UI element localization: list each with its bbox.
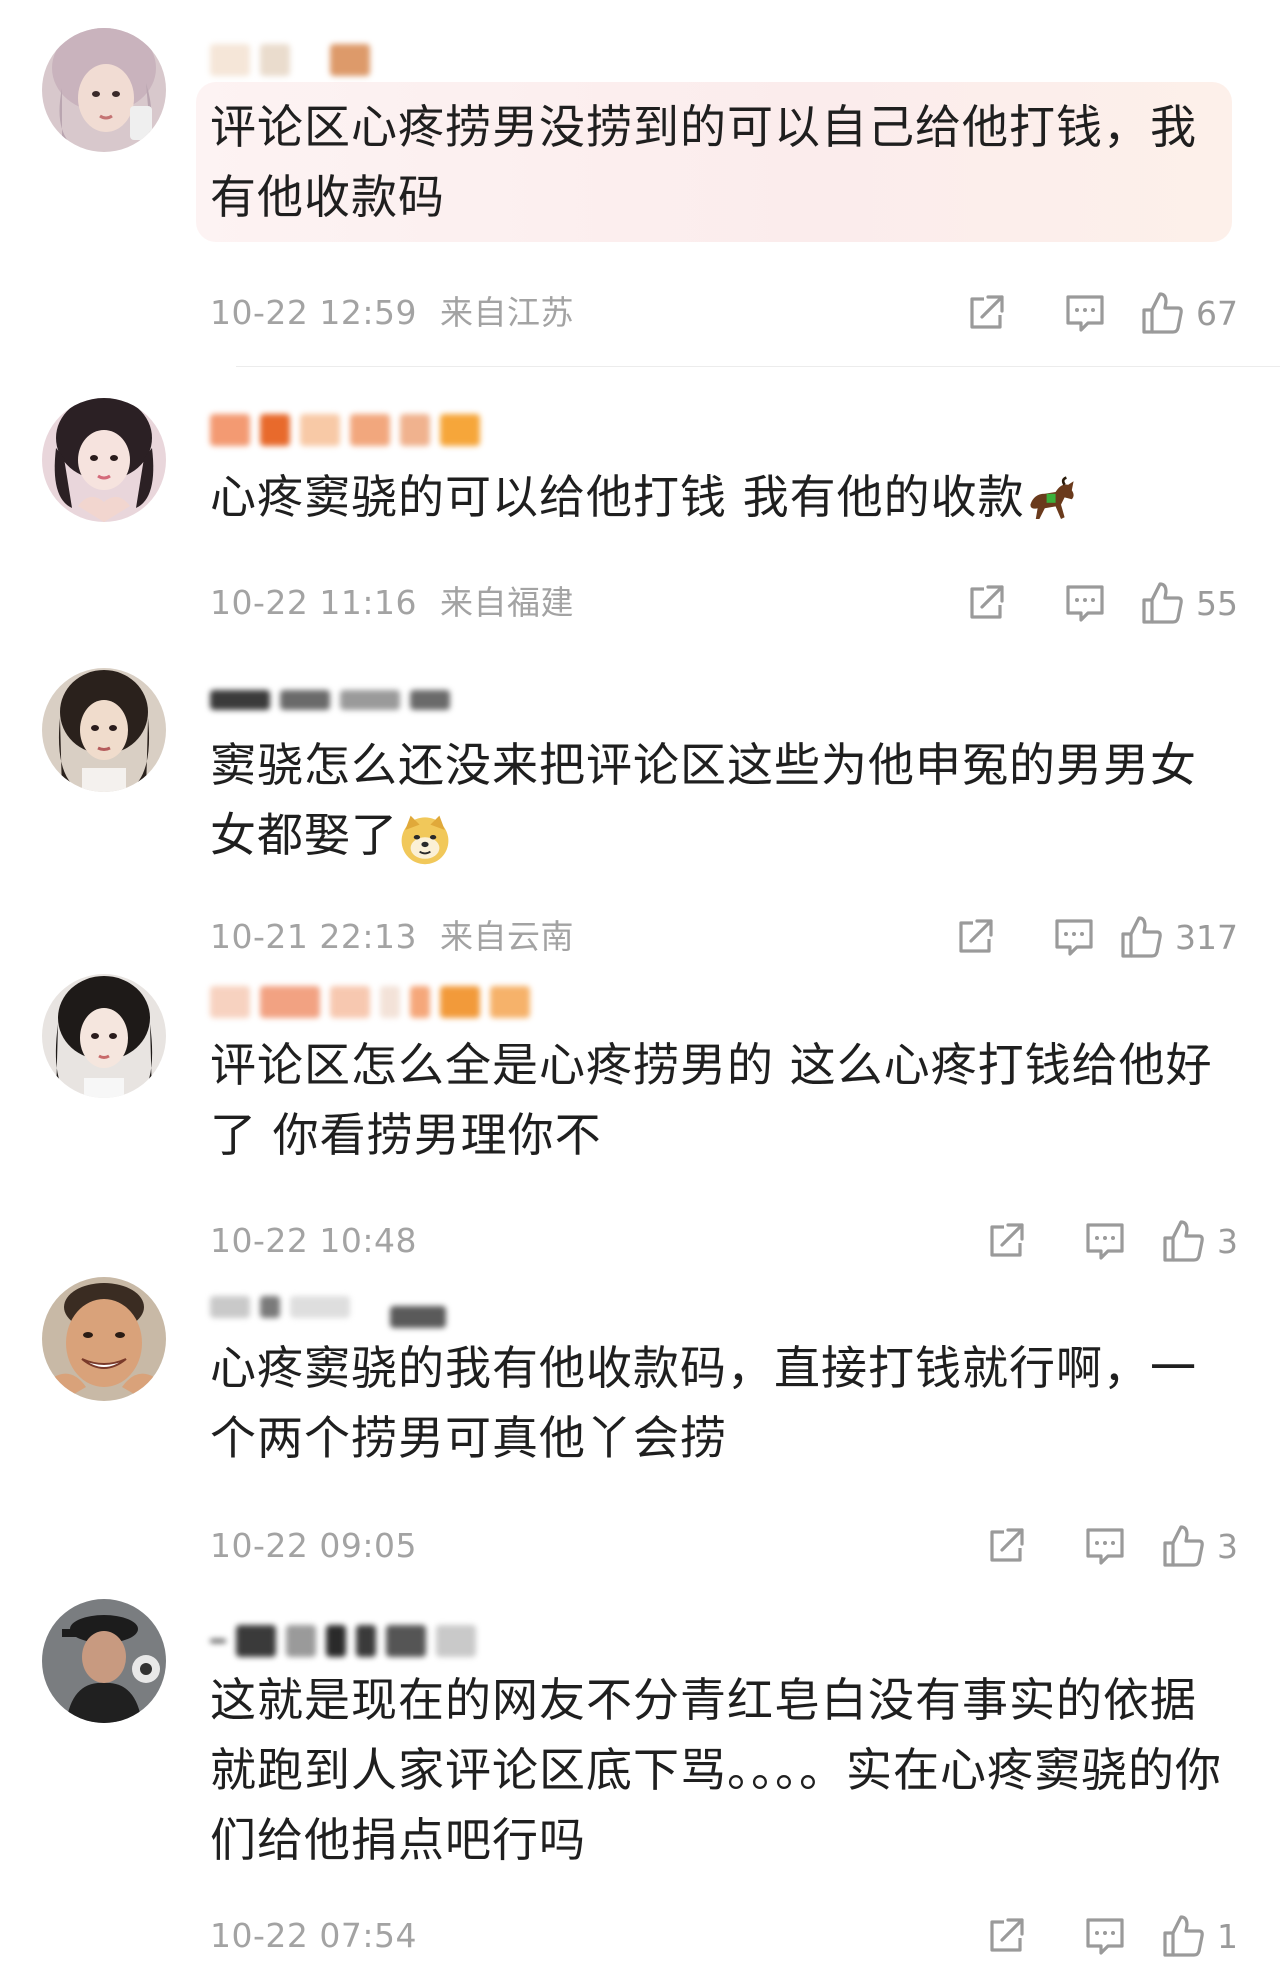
comment-actions: 55 [908, 578, 1238, 628]
timestamp: 10-22 11:16 [210, 583, 417, 622]
share-button[interactable] [928, 1524, 1028, 1568]
comment-button[interactable] [1028, 1524, 1128, 1568]
comment-icon [1055, 919, 1093, 956]
avatar-girl-pink-hair-icon [42, 28, 166, 152]
share-icon [959, 919, 993, 953]
avatar-girl-long-hair-icon [42, 974, 166, 1098]
like-button[interactable]: 3 [1148, 1523, 1238, 1569]
username-blurred[interactable] [210, 410, 480, 450]
comment-text: 心疼窦骁的可以给他打钱 我有他的收款 [210, 462, 1240, 532]
comment-text: 评论区怎么全是心疼捞男的 这么心疼打钱给他好了 你看捞男理你不 [210, 1038, 1213, 1162]
share-button[interactable] [897, 915, 997, 959]
like-count: 1 [1217, 1916, 1238, 1956]
horse-emoji-icon [1030, 475, 1074, 519]
avatar[interactable] [42, 28, 166, 152]
share-button[interactable] [908, 581, 1008, 625]
comment-text-content: 心疼窦骁的可以给他打钱 我有他的收款 [210, 470, 1025, 524]
avatar[interactable] [42, 1599, 166, 1723]
comment-button[interactable] [1008, 581, 1108, 625]
username-blurred[interactable] [210, 982, 530, 1022]
location: 来自江苏 [439, 293, 574, 332]
comment-meta: 10-21 22:13 来自云南 [210, 912, 574, 962]
comment-item: 心疼窦骁的可以给他打钱 我有他的收款 10-22 11:16 来自福建 55 [0, 370, 1280, 650]
timestamp: 10-21 22:13 [210, 917, 417, 956]
comment-actions: 3 [928, 1521, 1238, 1571]
comment-button[interactable] [1028, 1219, 1128, 1263]
like-icon [1163, 1915, 1204, 1957]
comment-item: 评论区怎么全是心疼捞男的 这么心疼打钱给他好了 你看捞男理你不 10-22 10… [0, 960, 1280, 1265]
comment-actions: 317 [897, 912, 1238, 962]
comment-meta: 10-22 12:59 来自江苏 [210, 288, 574, 338]
doge-emoji-icon [401, 815, 449, 864]
username-blurred[interactable] [210, 1621, 476, 1661]
like-button[interactable]: 3 [1148, 1218, 1238, 1264]
comment-text: 这就是现在的网友不分青红皂白没有事实的依据就跑到人家评论区底下骂。。。。实在心疼… [210, 1673, 1222, 1867]
share-icon [990, 1528, 1024, 1562]
avatar[interactable] [42, 974, 166, 1098]
timestamp: 10-22 10:48 [210, 1221, 417, 1260]
timestamp: 10-22 07:54 [210, 1916, 417, 1955]
comment-icon [1086, 1918, 1124, 1955]
like-icon [1163, 1220, 1204, 1262]
comment-item: 这就是现在的网友不分青红皂白没有事实的依据就跑到人家评论区底下骂。。。。实在心疼… [0, 1577, 1280, 1973]
comment-actions: 3 [928, 1216, 1238, 1266]
comment-text: 心疼窦骁的我有他收款码，直接打钱就行啊，一个两个捞男可真他丫会捞 [210, 1341, 1197, 1465]
comment-icon [1086, 1223, 1124, 1260]
avatar[interactable] [42, 1277, 166, 1401]
comment-meta: 10-22 10:48 [210, 1216, 417, 1266]
avatar[interactable] [42, 668, 166, 792]
comment-icon [1066, 295, 1104, 332]
comment-button[interactable] [1028, 1914, 1128, 1958]
comment-meta: 10-22 11:16 来自福建 [210, 578, 574, 628]
location: 来自云南 [439, 917, 574, 956]
comment-item: 评论区心疼捞男没捞到的可以自己给他打钱，我有他收款码 10-22 12:59 来… [0, 0, 1280, 370]
like-button[interactable]: 317 [1117, 914, 1238, 960]
comment-text: 评论区心疼捞男没捞到的可以自己给他打钱，我有他收款码 [210, 100, 1197, 224]
like-count: 55 [1196, 583, 1238, 623]
like-count: 67 [1196, 293, 1238, 333]
share-icon [990, 1223, 1024, 1257]
timestamp: 10-22 12:59 [210, 293, 417, 332]
share-icon [990, 1918, 1024, 1952]
avatar-woman-dark-hair-icon [42, 668, 166, 792]
like-icon [1163, 1525, 1204, 1567]
location: 来自福建 [439, 583, 574, 622]
comment-meta: 10-22 09:05 [210, 1521, 417, 1571]
like-count: 317 [1175, 917, 1238, 957]
divider [236, 366, 1280, 367]
avatar-man-cap-icon [42, 1599, 166, 1723]
like-count: 3 [1217, 1526, 1238, 1566]
comment-actions: 1 [928, 1911, 1238, 1961]
like-icon [1121, 916, 1162, 958]
avatar[interactable] [42, 398, 166, 522]
like-button[interactable]: 67 [1128, 290, 1238, 336]
share-button[interactable] [928, 1219, 1028, 1263]
comment-icon [1066, 585, 1104, 622]
username-blurred[interactable] [210, 680, 450, 720]
comment-item: 窦骁怎么还没来把评论区这些为他申冤的男男女女都娶了 10-21 22:13 来自… [0, 650, 1280, 960]
share-button[interactable] [928, 1914, 1028, 1958]
comment-text-content: 窦骁怎么还没来把评论区这些为他申冤的男男女女都娶了 [210, 738, 1197, 862]
like-icon [1142, 292, 1183, 334]
share-icon [970, 295, 1004, 329]
comment-meta: 10-22 07:54 [210, 1911, 417, 1961]
share-icon [970, 585, 1004, 619]
timestamp: 10-22 09:05 [210, 1526, 417, 1565]
like-icon [1142, 582, 1183, 624]
username-blurred[interactable] [210, 1287, 446, 1328]
comment-button[interactable] [1008, 291, 1108, 335]
comment-actions: 67 [908, 288, 1238, 338]
share-button[interactable] [908, 291, 1008, 335]
comment-item: 心疼窦骁的我有他收款码，直接打钱就行啊，一个两个捞男可真他丫会捞 10-22 0… [0, 1265, 1280, 1577]
comment-text: 窦骁怎么还没来把评论区这些为他申冤的男男女女都娶了 [210, 730, 1240, 870]
avatar-man-smiling-icon [42, 1277, 166, 1401]
like-button[interactable]: 1 [1148, 1913, 1238, 1959]
avatar-girl-heart-hands-icon [42, 398, 166, 522]
username-blurred[interactable] [210, 40, 370, 80]
like-button[interactable]: 55 [1128, 580, 1238, 626]
comment-button[interactable] [997, 915, 1097, 959]
comment-icon [1086, 1528, 1124, 1565]
like-count: 3 [1217, 1221, 1238, 1261]
